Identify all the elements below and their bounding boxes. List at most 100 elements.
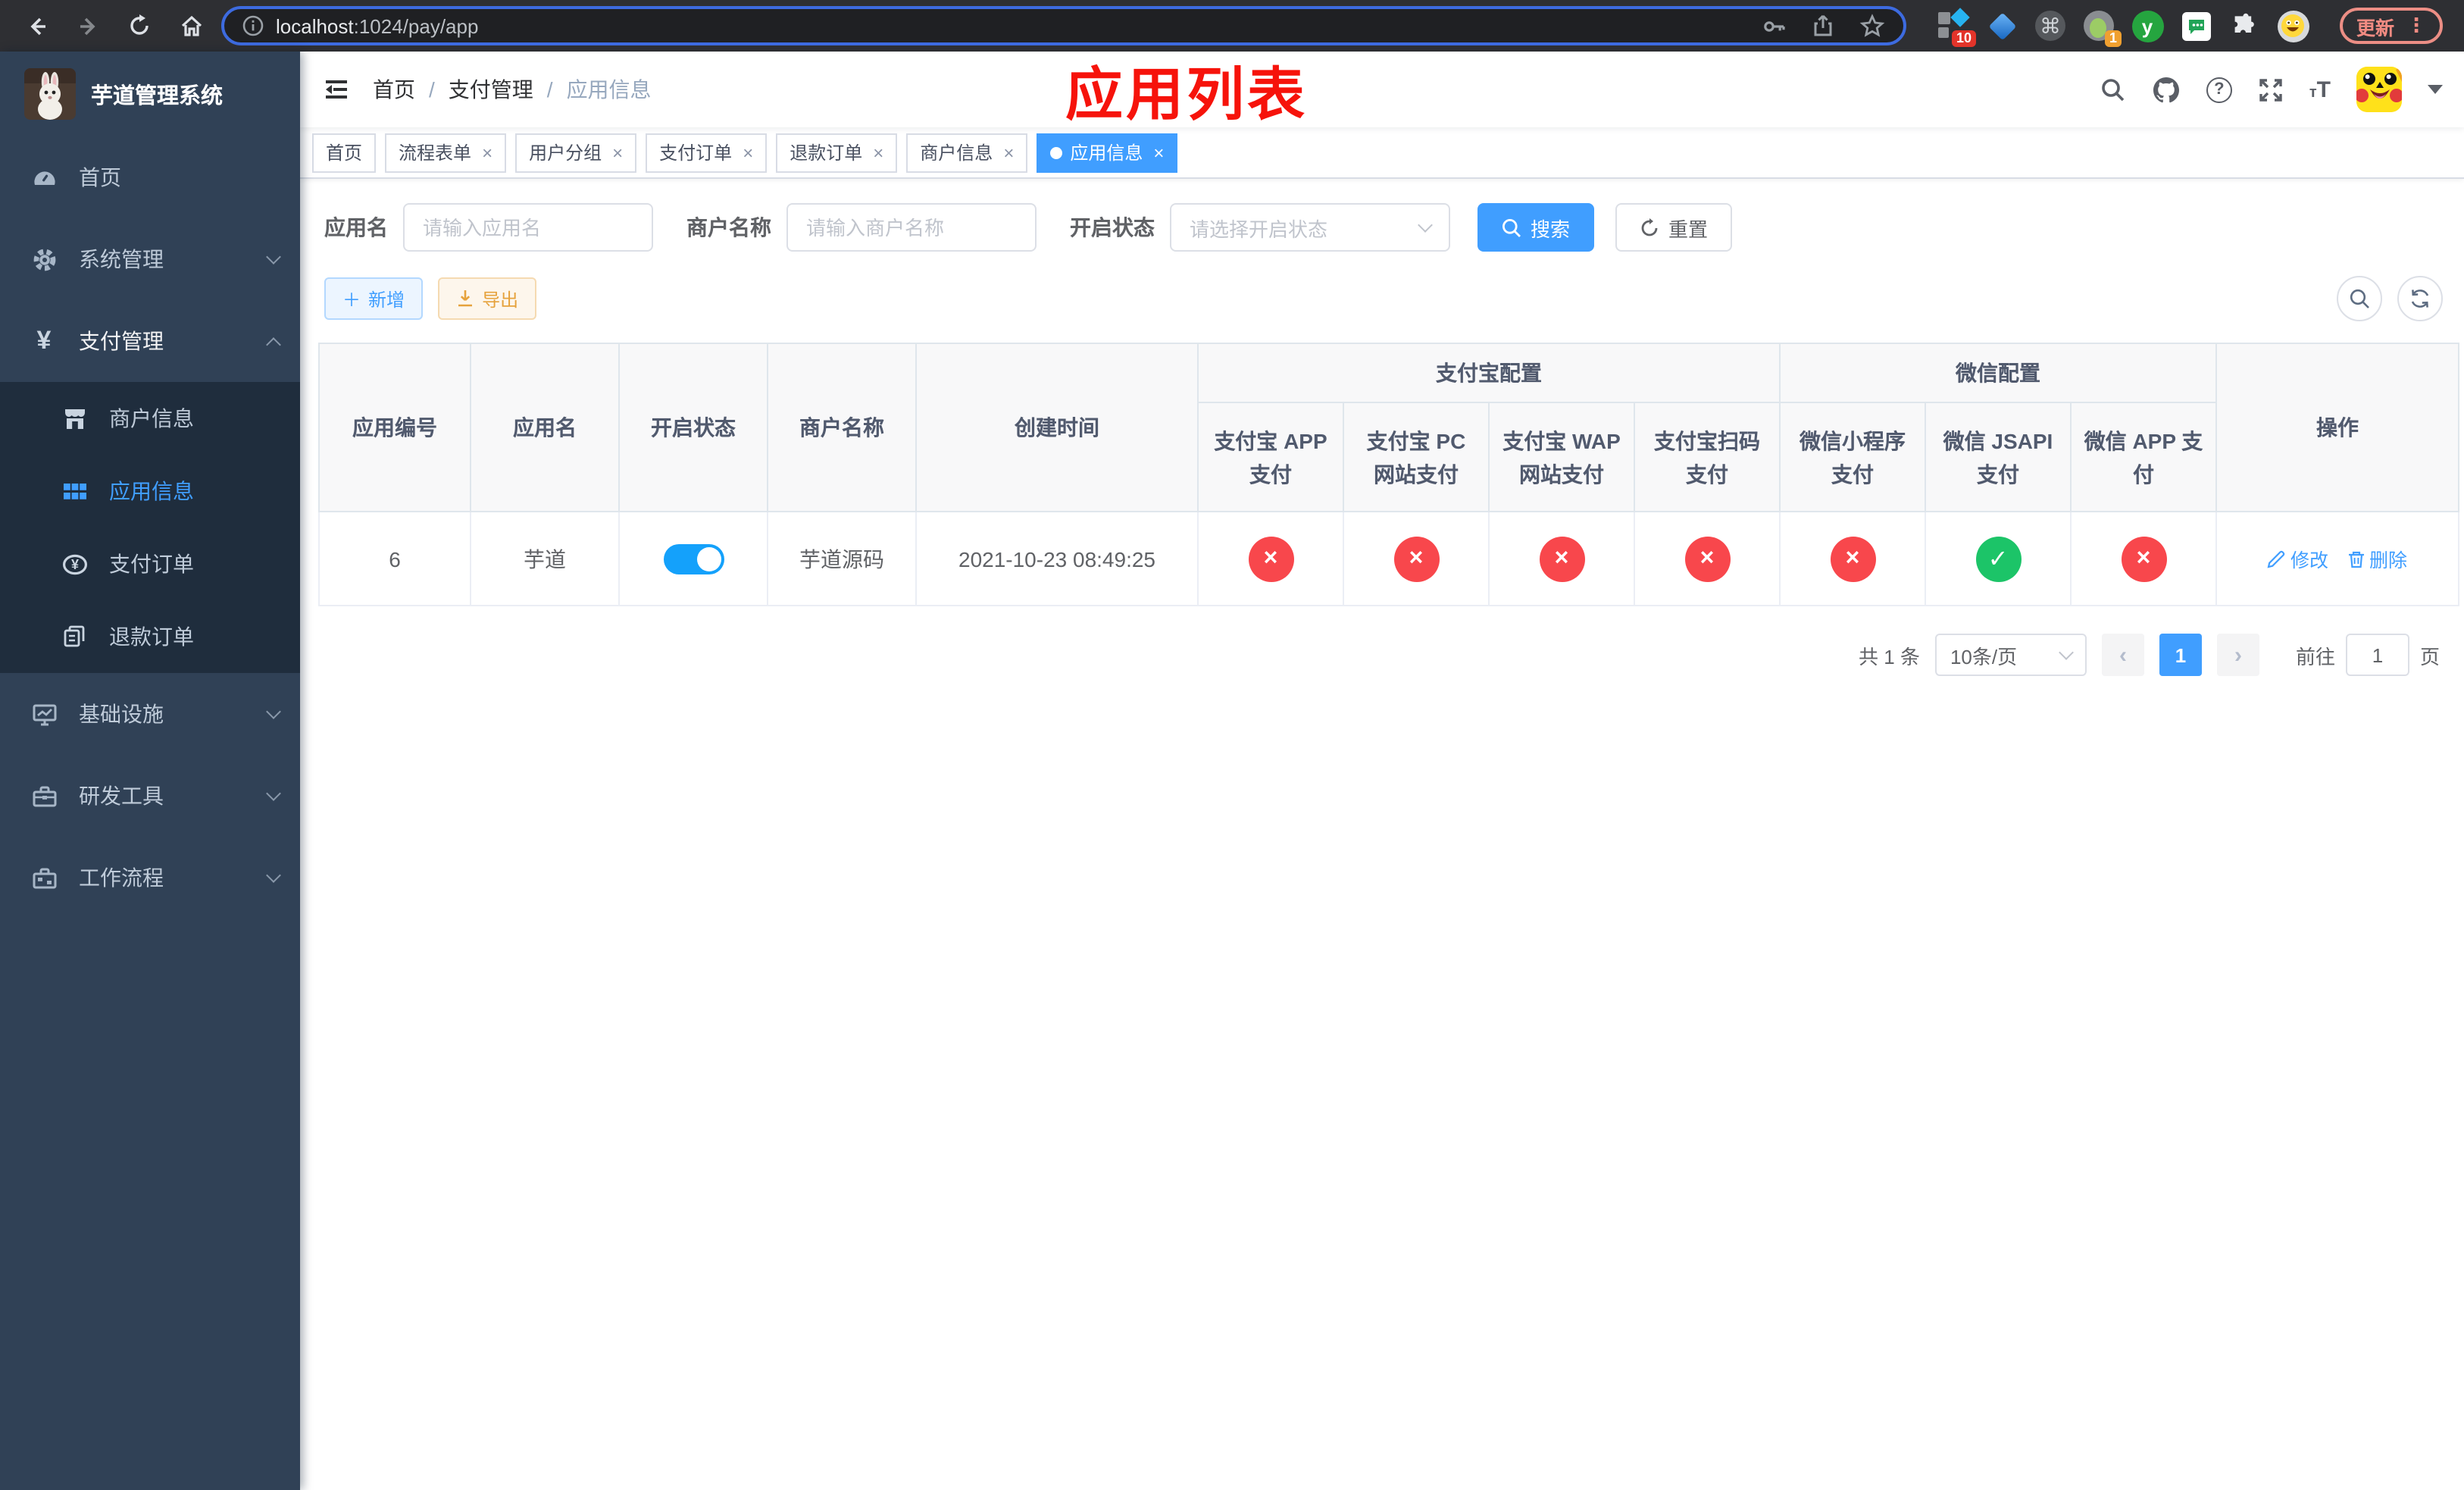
col-app-id: 应用编号 — [318, 343, 471, 512]
table-row: 6 芋道 芋道源码 2021-10-23 08:49:25 × × × × × … — [318, 511, 2459, 606]
col-created: 创建时间 — [915, 343, 1199, 512]
sidebar-item-home[interactable]: 首页 — [0, 136, 300, 218]
export-button[interactable]: 导出 — [438, 277, 537, 320]
tab-pay-order[interactable]: 支付订单 × — [646, 133, 768, 172]
sidebar-item-merchant-info[interactable]: 商户信息 — [0, 382, 300, 455]
chevron-down-icon — [266, 704, 281, 719]
sidebar-item-refund-orders[interactable]: 退款订单 — [0, 600, 300, 673]
sidebar-item-workflow[interactable]: 工作流程 — [0, 837, 300, 919]
prev-page-button[interactable]: ‹ — [2101, 634, 2144, 676]
breadcrumb-payment[interactable]: 支付管理 — [449, 74, 533, 105]
user-avatar[interactable] — [2356, 67, 2402, 112]
wechat-app-status-icon[interactable]: × — [2121, 536, 2166, 581]
delete-link[interactable]: 删除 — [2347, 544, 2407, 573]
enable-switch[interactable] — [663, 543, 724, 574]
ext-profile-icon[interactable]: 1 — [2082, 9, 2122, 47]
chevron-up-icon — [266, 337, 281, 352]
password-key-icon[interactable] — [1761, 13, 1787, 39]
reset-button[interactable]: 重置 — [1615, 203, 1733, 252]
font-size-icon[interactable]: тT — [2309, 77, 2331, 102]
ext-command-icon[interactable]: ⌘ — [2034, 9, 2067, 42]
screen: localhost:1024/pay/app 10 ⌘ 1 y 更新 ⋮ 芋道管… — [0, 0, 2464, 1490]
page-size-select[interactable]: 10条/页 — [1934, 634, 2087, 676]
pagination: 共 1 条 10条/页 ‹ 1 › 前往 页 — [318, 634, 2446, 676]
close-icon[interactable]: × — [743, 142, 753, 163]
sidebar-item-payment[interactable]: ¥ 支付管理 — [0, 300, 300, 382]
alipay-app-status-icon[interactable]: × — [1248, 536, 1293, 581]
sidebar-collapse-icon[interactable] — [300, 52, 373, 127]
status-select[interactable]: 请选择开启状态 — [1170, 203, 1450, 252]
col-alipay-app: 支付宝 APP 支付 — [1197, 402, 1344, 512]
share-icon[interactable] — [1811, 14, 1835, 38]
github-icon[interactable] — [2152, 75, 2181, 104]
col-wechat-mini: 微信小程序支付 — [1779, 402, 1926, 512]
url-bar[interactable]: localhost:1024/pay/app — [221, 6, 1906, 45]
merchant-name-input[interactable] — [786, 203, 1037, 252]
browser-menu-kebab-icon[interactable]: ⋮ — [2406, 14, 2426, 38]
app-title: 芋道管理系统 — [91, 84, 223, 108]
monitor-icon — [30, 701, 58, 727]
tab-merchant-info[interactable]: 商户信息 × — [906, 133, 1028, 172]
search-icon[interactable] — [2100, 77, 2126, 102]
wechat-mini-status-icon[interactable]: × — [1830, 536, 1875, 581]
group-wechat-config: 微信配置 — [1779, 343, 2217, 403]
tab-home[interactable]: 首页× — [312, 133, 377, 172]
extensions-puzzle-icon[interactable] — [2228, 9, 2261, 42]
alipay-wap-status-icon[interactable]: × — [1539, 536, 1584, 581]
col-alipay-pc: 支付宝 PC 网站支付 — [1343, 402, 1490, 512]
ext-kite-icon[interactable] — [1985, 9, 2018, 42]
tab-process-form[interactable]: 流程表单 × — [385, 133, 507, 172]
download-icon — [458, 290, 473, 307]
sidebar-item-pay-orders[interactable]: ¥ 支付订单 — [0, 527, 300, 600]
wechat-jsapi-status-icon[interactable]: ✓ — [1975, 536, 2021, 581]
url-text[interactable]: localhost:1024/pay/app — [276, 14, 1749, 37]
ext-monkey-badge: 10 — [1951, 30, 1976, 47]
search-button[interactable]: 搜索 — [1477, 203, 1595, 252]
browser-forward-icon[interactable] — [67, 5, 109, 47]
browser-update-button[interactable]: 更新 ⋮ — [2340, 8, 2444, 44]
tab-refund-order[interactable]: 退款订单 × — [776, 133, 898, 172]
breadcrumb-home[interactable]: 首页 — [373, 74, 415, 105]
filter-form: 应用名 商户名称 开启状态 请选择开启状态 搜索 重置 — [324, 203, 2446, 252]
browser-toolbar: localhost:1024/pay/app 10 ⌘ 1 y 更新 ⋮ — [0, 0, 2464, 52]
tab-app-info[interactable]: 应用信息 × — [1037, 133, 1178, 172]
next-page-button[interactable]: › — [2216, 634, 2259, 676]
cell-merchant: 芋道源码 — [767, 511, 917, 606]
site-info-icon[interactable] — [242, 15, 264, 36]
fullscreen-icon[interactable] — [2258, 77, 2284, 102]
close-icon[interactable]: × — [1153, 142, 1164, 163]
app-name-input[interactable] — [403, 203, 653, 252]
alipay-qr-status-icon[interactable]: × — [1684, 536, 1730, 581]
page-1-button[interactable]: 1 — [2159, 634, 2202, 676]
chevron-down-icon — [266, 868, 281, 883]
tab-user-group[interactable]: 用户分组 × — [515, 133, 637, 172]
app-logo[interactable]: 芋道管理系统 — [0, 52, 300, 136]
help-icon[interactable]: ? — [2206, 77, 2232, 102]
sidebar-item-infrastructure[interactable]: 基础设施 — [0, 673, 300, 755]
ext-monkey-icon[interactable]: 10 — [1937, 8, 1976, 47]
sidebar-item-dev-tools[interactable]: 研发工具 — [0, 755, 300, 837]
browser-reload-icon[interactable] — [118, 5, 161, 47]
browser-back-icon[interactable] — [15, 5, 58, 47]
goto-page-input[interactable] — [2345, 634, 2409, 676]
browser-profile-avatar[interactable] — [2276, 9, 2309, 42]
ext-profile-badge: 1 — [2104, 30, 2122, 47]
sidebar-item-app-info[interactable]: 应用信息 — [0, 455, 300, 527]
bookmark-star-icon[interactable] — [1859, 13, 1885, 39]
add-button[interactable]: ＋ 新增 — [324, 277, 424, 320]
edit-link[interactable]: 修改 — [2268, 544, 2328, 573]
browser-home-icon[interactable] — [170, 5, 212, 47]
table-toolbar: ＋ 新增 导出 — [324, 276, 2446, 321]
close-icon[interactable]: × — [612, 142, 623, 163]
alipay-pc-status-icon[interactable]: × — [1393, 536, 1439, 581]
ext-y-icon[interactable]: y — [2131, 9, 2164, 42]
close-icon[interactable]: × — [873, 142, 883, 163]
sidebar-item-system[interactable]: 系统管理 — [0, 218, 300, 300]
user-menu-caret-icon[interactable] — [2428, 85, 2443, 94]
close-icon[interactable]: × — [482, 142, 492, 163]
ext-chat-icon[interactable] — [2179, 9, 2212, 42]
breadcrumb-current: 应用信息 — [566, 77, 652, 102]
close-icon[interactable]: × — [1003, 142, 1014, 163]
toggle-search-button[interactable] — [2337, 276, 2382, 321]
refresh-button[interactable] — [2397, 276, 2443, 321]
